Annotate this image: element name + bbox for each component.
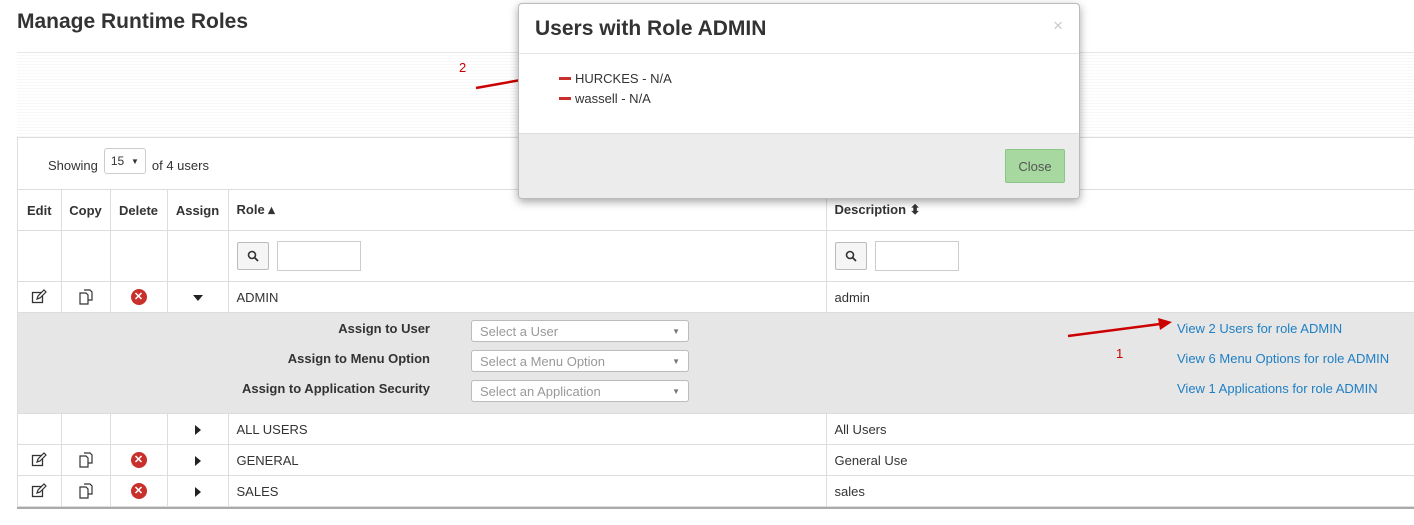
modal-body: HURCKES - N/A wassell - N/A: [559, 68, 672, 108]
table-row: ✕ SALES sales: [18, 475, 1414, 507]
annotation-arrow-1: [1067, 318, 1172, 338]
page-size-value: 15: [110, 154, 125, 168]
assign-menu-label: Assign to Menu Option: [287, 351, 430, 366]
delete-icon[interactable]: ✕: [130, 452, 147, 469]
role-search-button[interactable]: [236, 242, 269, 270]
view-menu-options-link[interactable]: View 6 Menu Options for role ADMIN: [1177, 351, 1389, 366]
col-assign: Assign: [166, 189, 229, 231]
modal-title: Users with Role ADMIN: [535, 17, 767, 40]
table-row: ✕ GENERAL General Use: [18, 444, 1414, 476]
edit-icon[interactable]: [31, 452, 48, 468]
role-cell: GENERAL: [227, 444, 827, 476]
chevron-down-icon: ▼: [672, 356, 680, 366]
assign-panel: Assign to User Assign to Menu Option Ass…: [18, 313, 1414, 413]
chevron-down-icon: ▼: [672, 326, 680, 336]
panel-bottom-border: [17, 507, 1414, 509]
of-users-label: of 4 users: [151, 157, 209, 173]
select-menu-placeholder: Select a Menu Option: [480, 353, 606, 369]
filter-row: [18, 230, 1414, 282]
remove-user-icon[interactable]: [559, 76, 571, 80]
search-icon: [845, 250, 857, 262]
table-row: ALL USERS All Users: [18, 413, 1414, 445]
chevron-down-icon: ▼: [672, 386, 680, 396]
description-cell: sales: [825, 475, 1414, 507]
role-cell: ALL USERS: [227, 413, 827, 445]
select-user-placeholder: Select a User: [480, 323, 559, 339]
role-cell: ADMIN: [227, 281, 827, 313]
table-row: ✕ ADMIN admin: [18, 281, 1414, 313]
delete-icon[interactable]: ✕: [130, 483, 147, 500]
users-modal: Users with Role ADMIN × HURCKES - N/A wa…: [518, 3, 1080, 199]
assign-panel-row: Assign to User Assign to Menu Option Ass…: [18, 312, 1414, 414]
list-item: HURCKES - N/A: [559, 68, 672, 88]
search-icon: [247, 250, 259, 262]
col-delete: Delete: [109, 189, 168, 231]
page-size-select[interactable]: 15 ▼: [103, 148, 146, 174]
select-user-dropdown[interactable]: Select a User ▼: [471, 320, 689, 342]
close-icon[interactable]: ×: [1053, 16, 1063, 36]
annotation-number-1: 1: [1116, 346, 1124, 361]
role-filter-input[interactable]: [276, 241, 361, 271]
showing-label: Showing: [48, 157, 98, 173]
expand-caret-icon[interactable]: [194, 425, 201, 436]
copy-icon[interactable]: [77, 451, 95, 469]
col-copy: Copy: [60, 189, 111, 231]
description-cell: All Users: [825, 413, 1414, 445]
user-entry: HURCKES - N/A: [575, 70, 672, 86]
role-cell: SALES: [227, 475, 827, 507]
assign-app-label: Assign to Application Security: [241, 381, 430, 396]
modal-footer: Close: [519, 133, 1079, 198]
copy-icon[interactable]: [77, 482, 95, 500]
page-title: Manage Runtime Roles: [17, 10, 249, 33]
modal-header: Users with Role ADMIN ×: [519, 4, 1079, 54]
description-search-button[interactable]: [834, 242, 867, 270]
collapse-caret-icon[interactable]: [192, 295, 203, 302]
copy-icon[interactable]: [77, 288, 95, 306]
roles-table: Edit Copy Delete Assign Role ▴ Descripti…: [18, 189, 1414, 507]
delete-icon[interactable]: ✕: [130, 289, 147, 306]
description-cell: admin: [825, 281, 1414, 313]
select-app-placeholder: Select an Application: [480, 383, 601, 399]
col-edit: Edit: [18, 189, 62, 231]
pager: Showing 15 ▼ of 4 users: [48, 148, 209, 178]
select-menu-dropdown[interactable]: Select a Menu Option ▼: [471, 350, 689, 372]
user-entry: wassell - N/A: [575, 90, 651, 106]
annotation-number-2: 2: [459, 60, 467, 75]
select-app-dropdown[interactable]: Select an Application ▼: [471, 380, 689, 402]
description-cell: General Use: [825, 444, 1414, 476]
close-button[interactable]: Close: [1005, 149, 1065, 183]
chevron-down-icon: ▼: [130, 156, 139, 166]
view-users-link[interactable]: View 2 Users for role ADMIN: [1177, 321, 1342, 336]
description-filter-input[interactable]: [874, 241, 959, 271]
remove-user-icon[interactable]: [559, 96, 571, 100]
expand-caret-icon[interactable]: [194, 456, 201, 467]
view-applications-link[interactable]: View 1 Applications for role ADMIN: [1177, 381, 1378, 396]
assign-user-label: Assign to User: [338, 321, 430, 336]
expand-caret-icon[interactable]: [194, 487, 201, 498]
edit-icon[interactable]: [31, 483, 48, 499]
list-item: wassell - N/A: [559, 88, 672, 108]
edit-icon[interactable]: [31, 289, 48, 305]
